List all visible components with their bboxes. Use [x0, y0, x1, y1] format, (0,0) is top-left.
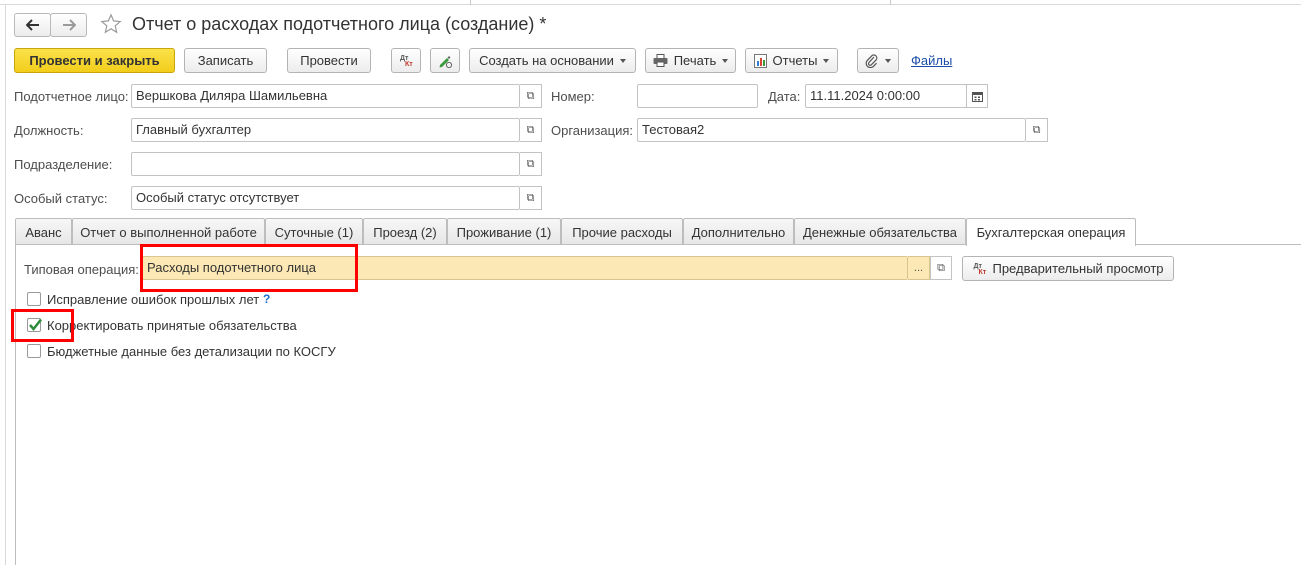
attachments-button[interactable]: [857, 48, 899, 73]
save-button[interactable]: Записать: [184, 48, 267, 73]
create-based-on-button[interactable]: Создать на основании: [469, 48, 636, 73]
open-icon[interactable]: ⧉: [520, 152, 542, 176]
chevron-down-icon: [619, 58, 626, 63]
tab-additional[interactable]: Дополнительно: [683, 218, 794, 245]
printer-icon: [653, 54, 668, 67]
chevron-down-icon: [823, 58, 830, 63]
dt-kt-button[interactable]: Дт Кт: [391, 48, 421, 73]
help-icon[interactable]: ?: [263, 292, 270, 306]
create-based-on-label: Создать на основании: [479, 53, 614, 68]
position-field[interactable]: Главный бухгалтер: [131, 118, 520, 142]
top-border: [0, 0, 1301, 5]
open-icon[interactable]: ⧉: [930, 256, 952, 280]
open-icon[interactable]: ⧉: [520, 186, 542, 210]
number-label: Номер:: [551, 89, 595, 104]
open-icon[interactable]: ⧉: [1026, 118, 1048, 142]
left-border: [5, 5, 6, 565]
panel-border: [15, 244, 16, 565]
tab-monetary-obligations[interactable]: Денежные обязательства: [794, 218, 966, 245]
favorite-star-icon[interactable]: [100, 13, 122, 35]
open-icon[interactable]: ⧉: [520, 118, 542, 142]
checkbox-adjust-obligations-label: Корректировать принятые обязательства: [47, 318, 297, 333]
organization-label: Организация:: [551, 123, 634, 138]
dt-kt-icon: Дт Кт: [973, 262, 987, 276]
chevron-down-icon: [722, 58, 729, 63]
print-label: Печать: [673, 53, 717, 68]
checkbox-budget-data[interactable]: [27, 344, 41, 358]
back-button[interactable]: [14, 13, 51, 37]
select-button[interactable]: ...: [908, 256, 930, 280]
date-field[interactable]: 11.11.2024 0:00:00: [805, 84, 967, 108]
special-status-label: Особый статус:: [14, 191, 108, 206]
department-label: Подразделение:: [14, 157, 113, 172]
tab-accommodation[interactable]: Проживание (1): [447, 218, 561, 245]
files-link[interactable]: Файлы: [911, 53, 952, 68]
tab-work-report[interactable]: Отчет о выполненной работе: [72, 218, 265, 245]
arrow-left-icon: [26, 19, 39, 31]
checkbox-adjust-obligations[interactable]: [27, 318, 42, 332]
calendar-icon[interactable]: [966, 84, 988, 108]
forward-button[interactable]: [50, 13, 87, 37]
tab-travel[interactable]: Проезд (2): [363, 218, 447, 245]
typical-operation-field[interactable]: Расходы подотчетного лица: [142, 256, 908, 280]
post-button[interactable]: Провести: [287, 48, 371, 73]
department-field[interactable]: [131, 152, 520, 176]
checkbox-fix-errors[interactable]: [27, 292, 41, 306]
typical-operation-label: Типовая операция:: [24, 262, 139, 277]
preview-label: Предварительный просмотр: [992, 261, 1164, 276]
tab-other-expenses[interactable]: Прочие расходы: [561, 218, 683, 245]
top-separator: [470, 0, 471, 5]
paperclip-icon: [865, 53, 878, 68]
reports-button[interactable]: Отчеты: [745, 48, 838, 73]
report-chart-icon: [753, 53, 767, 68]
accountable-person-field[interactable]: Вершкова Диляра Шамильевна: [131, 84, 520, 108]
checkmark-icon: [29, 318, 42, 331]
page-title: Отчет о расходах подотчетного лица (созд…: [132, 14, 547, 34]
arrow-right-icon: [63, 19, 76, 31]
preview-button[interactable]: Дт Кт Предварительный просмотр: [962, 256, 1174, 281]
checkbox-budget-data-label: Бюджетные данные без детализации по КОСГ…: [47, 344, 336, 359]
date-label: Дата:: [768, 89, 801, 104]
organization-field[interactable]: Тестовая2: [637, 118, 1026, 142]
open-icon[interactable]: ⧉: [520, 84, 542, 108]
print-button[interactable]: Печать: [645, 48, 736, 73]
special-status-field[interactable]: Особый статус отсутствует: [131, 186, 520, 210]
chevron-down-icon: [885, 58, 891, 63]
position-label: Должность:: [14, 123, 84, 138]
tab-advance[interactable]: Аванс: [15, 218, 72, 245]
pencil-icon: [439, 55, 453, 68]
post-and-close-button[interactable]: Провести и закрыть: [14, 48, 175, 73]
accountable-person-label: Подотчетное лицо:: [14, 89, 129, 104]
reports-label: Отчеты: [772, 53, 818, 68]
edit-movements-button[interactable]: [430, 48, 460, 73]
tab-accounting-operation[interactable]: Бухгалтерская операция: [966, 218, 1136, 246]
top-separator: [890, 0, 891, 5]
tab-per-diem[interactable]: Суточные (1): [265, 218, 363, 245]
number-field[interactable]: [637, 84, 758, 108]
dt-kt-icon: Дт Кт: [400, 54, 413, 68]
checkbox-fix-errors-label: Исправление ошибок прошлых лет: [47, 292, 260, 307]
